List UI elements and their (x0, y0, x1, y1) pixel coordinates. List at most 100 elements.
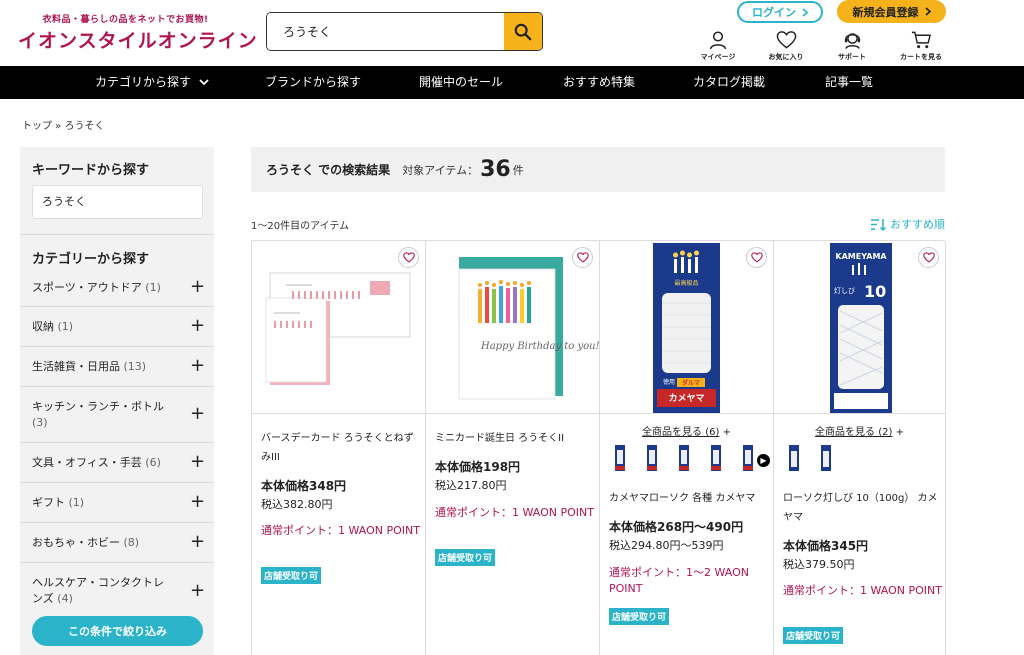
search-bar (266, 12, 543, 51)
nav-catalog[interactable]: カタログ掲載 (693, 66, 765, 99)
nav-label: カテゴリから探す (95, 75, 192, 89)
store-pickup-badge: 店舗受取り可 (261, 567, 322, 584)
category-count: (4) (57, 592, 73, 605)
site-logo[interactable]: 衣料品・暮らしの品をネットでお買物! イオンスタイルオンライン (18, 12, 257, 53)
variant-thumbnail[interactable] (642, 444, 662, 472)
plus-icon: + (190, 491, 206, 512)
category-count: (13) (123, 360, 147, 373)
favorite-button[interactable] (398, 247, 419, 268)
mypage-link[interactable]: マイページ (688, 30, 748, 62)
target-label: 対象アイテム： (402, 163, 479, 177)
candle-box-illustration: 最高級品 徳用 ダルマ カメヤマ (653, 243, 720, 413)
main-nav: カテゴリから探す ブランドから探す 開催中のセール おすすめ特集 カタログ掲載 … (0, 66, 1024, 99)
product-image[interactable]: KAMEYAMA 灯しび 10 (774, 241, 945, 414)
heart-icon (402, 252, 415, 263)
variant-thumbnail[interactable] (706, 444, 726, 472)
category-label: ヘルスケア・コンタクトレンズ (32, 576, 164, 605)
product-tax-price: 税込217.80円 (435, 479, 507, 492)
cart-label: カートを見る (900, 53, 942, 61)
category-item[interactable]: キッチン・ランチ・ボトル (3) + (20, 387, 214, 443)
view-all-variants-link[interactable]: 全商品を見る (6) + (600, 423, 773, 438)
breadcrumb[interactable]: トップ » ろうそく (22, 117, 104, 132)
favorite-button[interactable] (746, 247, 767, 268)
plus-icon: + (722, 427, 731, 438)
product-card[interactable]: Happy Birthday to you! ミニカード誕生日 ろうそくII 本… (426, 241, 600, 655)
product-name[interactable]: バースデーカード ろうそくとねずみIII (261, 429, 419, 467)
support-icon (844, 33, 860, 49)
product-card[interactable]: KAMEYAMA 灯しび 10 全商品を見る (2) + ローソク灯しび 10（… (774, 241, 946, 655)
plus-icon: + (190, 355, 206, 376)
nav-features[interactable]: おすすめ特集 (563, 66, 635, 99)
product-image[interactable]: 最高級品 徳用 ダルマ カメヤマ (600, 241, 773, 414)
mypage-label: マイページ (700, 53, 736, 61)
box-text: 最高級品 (674, 279, 698, 287)
search-query: ろうそく での検索結果 (266, 163, 391, 177)
variant-thumbnail[interactable] (610, 444, 630, 472)
product-points: 通常ポイント：1 WAON POINT (783, 584, 942, 597)
search-input[interactable] (267, 13, 504, 50)
search-button[interactable] (504, 13, 542, 50)
login-button[interactable]: ログイン (737, 1, 823, 23)
product-image[interactable] (252, 241, 425, 414)
product-card[interactable]: バースデーカード ろうそくとねずみIII 本体価格348円 税込382.80円 … (252, 241, 426, 655)
support-label: サポート (838, 53, 866, 61)
category-item[interactable]: おもちゃ・ホビー (8) + (20, 523, 214, 563)
category-item[interactable]: 収納 (1) + (20, 307, 214, 347)
category-count: (1) (68, 496, 85, 509)
product-name[interactable]: ローソク灯しび 10（100g） カメヤマ (783, 489, 941, 527)
support-link[interactable]: サポート (822, 30, 882, 62)
category-count: (3) (32, 416, 48, 429)
result-count: 36 (480, 157, 511, 182)
sort-dropdown[interactable]: おすすめ順 (870, 216, 945, 232)
favorite-button[interactable] (918, 247, 939, 268)
product-name[interactable]: ミニカード誕生日 ろうそくII (435, 429, 593, 448)
nav-categories[interactable]: カテゴリから探す (95, 66, 209, 99)
plus-icon: + (190, 531, 206, 552)
category-label: 生活雑貨・日用品 (32, 360, 120, 373)
site-header: 衣料品・暮らしの品をネットでお買物! イオンスタイルオンライン ログイン 新規会… (0, 0, 1024, 66)
product-image[interactable]: Happy Birthday to you! (426, 241, 599, 414)
category-item[interactable]: 文具・オフィス・手芸 (6) + (20, 443, 214, 483)
category-label: 文具・オフィス・手芸 (32, 456, 142, 469)
category-item[interactable]: スポーツ・アウトドア (1) + (20, 270, 214, 307)
view-all-variants-link[interactable]: 全商品を見る (2) + (774, 423, 945, 438)
cart-link[interactable]: カートを見る (891, 30, 951, 62)
card-text: Happy Birthday to you! (480, 341, 599, 352)
product-points: 通常ポイント：1 WAON POINT (435, 506, 594, 519)
keyword-input[interactable]: ろうそく (32, 185, 203, 219)
filter-sidebar: キーワードから探す ろうそく カテゴリーから探す スポーツ・アウトドア (1) … (20, 147, 214, 655)
logo-tagline: 衣料品・暮らしの品をネットでお買物! (42, 15, 209, 25)
box-text: カメヤマ (668, 393, 704, 404)
register-button[interactable]: 新規会員登録 (837, 0, 946, 23)
category-item[interactable]: 生活雑貨・日用品 (13) + (20, 347, 214, 387)
variant-thumbnail[interactable] (674, 444, 694, 472)
thumbnails-next-button[interactable]: ▶ (757, 454, 770, 467)
store-pickup-badge: 店舗受取り可 (783, 627, 844, 644)
favorites-link[interactable]: お気に入り (756, 30, 816, 62)
plus-icon: + (190, 451, 206, 472)
plus-icon: + (190, 315, 206, 336)
variants-label: 全商品を見る (2) (815, 427, 893, 438)
product-name[interactable]: カメヤマローソク 各種 カメヤマ (609, 489, 767, 508)
product-price: 本体価格268円〜490円 (609, 520, 744, 534)
variant-thumbnail[interactable] (816, 444, 836, 472)
category-label: スポーツ・アウトドア (32, 281, 142, 294)
results-summary: ろうそく での検索結果 対象アイテム： 36 件 (251, 147, 945, 192)
category-item[interactable]: ヘルスケア・コンタクトレンズ (4) + (20, 563, 214, 611)
favorite-button[interactable] (572, 247, 593, 268)
category-count: (1) (57, 320, 74, 333)
product-points: 通常ポイント：1 WAON POINT (261, 524, 420, 537)
product-card[interactable]: 最高級品 徳用 ダルマ カメヤマ 全商品を見る (6) + ▶ カメヤマローソク… (600, 241, 774, 655)
nav-sale[interactable]: 開催中のセール (419, 66, 503, 99)
nav-brands[interactable]: ブランドから探す (265, 66, 361, 99)
apply-filter-button[interactable]: この条件で絞り込み (32, 616, 203, 646)
result-unit: 件 (512, 163, 524, 177)
nav-articles[interactable]: 記事一覧 (825, 66, 873, 99)
variants-label: 全商品を見る (6) (642, 427, 720, 438)
plus-icon: + (190, 403, 206, 424)
plus-icon: + (895, 427, 904, 438)
category-label: 収納 (32, 320, 54, 333)
category-item[interactable]: ギフト (1) + (20, 483, 214, 523)
variant-thumbnail[interactable] (784, 444, 804, 472)
variant-thumbnail[interactable] (738, 444, 758, 472)
